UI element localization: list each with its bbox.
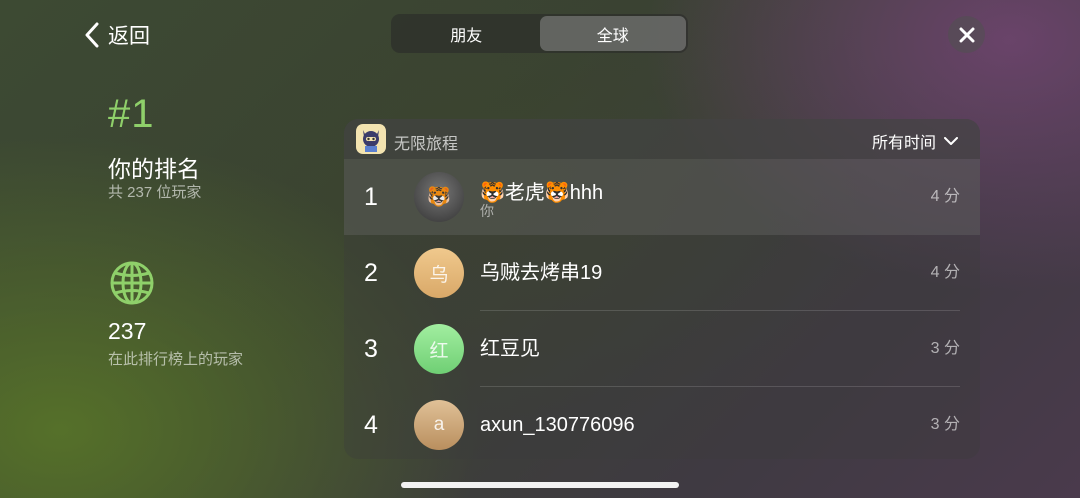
chevron-left-icon — [85, 22, 99, 48]
home-indicator[interactable] — [401, 482, 679, 488]
avatar-initial: a — [433, 414, 445, 435]
scope-segmented-control: 朋友 全球 — [391, 14, 688, 53]
player-score: 3 分 — [930, 340, 960, 357]
back-button[interactable]: 返回 — [84, 20, 150, 50]
you-label: 你 — [480, 203, 494, 219]
game-name: 无限旅程 — [394, 136, 459, 153]
tab-global[interactable]: 全球 — [539, 16, 686, 51]
tab-friends[interactable]: 朋友 — [393, 16, 540, 51]
row-position: 3 — [364, 335, 378, 363]
leaderboard-row[interactable]: 1 🐯 🐯老虎🐯hhh 你 4 分 — [344, 159, 980, 235]
back-label: 返回 — [108, 25, 150, 48]
chevron-down-icon — [944, 136, 958, 145]
avatar-initial: 红 — [429, 340, 449, 362]
player-name: axun_130776096 — [480, 414, 635, 436]
leaderboard-row[interactable]: 2 乌 乌贼去烤串19 4 分 — [344, 235, 980, 311]
row-position: 2 — [364, 259, 378, 287]
my-rank-title: 你的排名 — [108, 156, 200, 182]
avatar-glyph: 🐯 — [427, 187, 451, 208]
time-filter-label: 所有时间 — [871, 135, 936, 152]
leaderboard-row[interactable]: 4 a axun_130776096 3 分 — [344, 387, 980, 459]
player-score: 4 分 — [930, 188, 960, 205]
player-name: 乌贼去烤串19 — [480, 262, 603, 284]
avatar: 🐯 — [414, 172, 464, 222]
row-position: 1 — [364, 183, 378, 211]
time-filter-dropdown[interactable]: 所有时间 — [872, 129, 958, 153]
globe-icon — [110, 261, 154, 305]
avatar: 红 — [414, 324, 464, 374]
player-name: 红豆见 — [480, 338, 540, 360]
leaderboard-panel: 无限旅程 所有时间 1 🐯 🐯老虎🐯hhh 你 4 分 2 乌 乌贼去烤串19 … — [344, 119, 980, 459]
avatar: a — [414, 400, 464, 450]
player-count-label: 在此排行榜上的玩家 — [108, 351, 244, 368]
row-position: 4 — [364, 411, 378, 439]
total-players-text: 共 237 位玩家 — [108, 184, 202, 201]
player-count: 237 — [108, 318, 147, 344]
my-rank: #1 — [108, 92, 155, 136]
close-icon — [959, 27, 974, 42]
leaderboard-row[interactable]: 3 红 红豆见 3 分 — [344, 311, 980, 387]
avatar-initial: 乌 — [429, 264, 449, 286]
player-name: 🐯老虎🐯hhh — [480, 182, 604, 204]
close-button[interactable] — [948, 16, 985, 53]
game-icon — [356, 124, 386, 154]
player-score: 3 分 — [930, 416, 960, 433]
avatar: 乌 — [414, 248, 464, 298]
player-score: 4 分 — [930, 264, 960, 281]
leaderboard-header: 无限旅程 所有时间 — [344, 119, 980, 159]
